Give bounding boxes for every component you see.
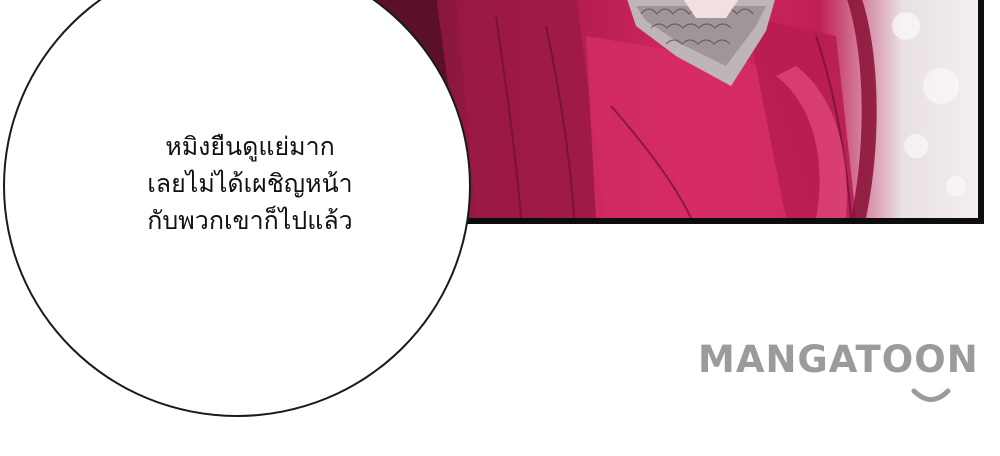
speech-line: เลยไม่ได้เผชิญหน้า [147,169,353,198]
watermark-smile-icon [911,388,951,402]
speech-line: กับพวกเขาก็ไปแล้ว [147,206,353,235]
speech-line: หมิงยืนดูแย่มาก [165,132,335,161]
speech-bubble-text: หมิงยืนดูแย่มาก เลยไม่ได้เผชิญหน้า กับพว… [100,128,400,239]
manga-page: หมิงยืนดูแย่มาก เลยไม่ได้เผชิญหน้า กับพว… [0,0,1000,456]
mangatoon-watermark: MANGATOON [698,338,979,381]
